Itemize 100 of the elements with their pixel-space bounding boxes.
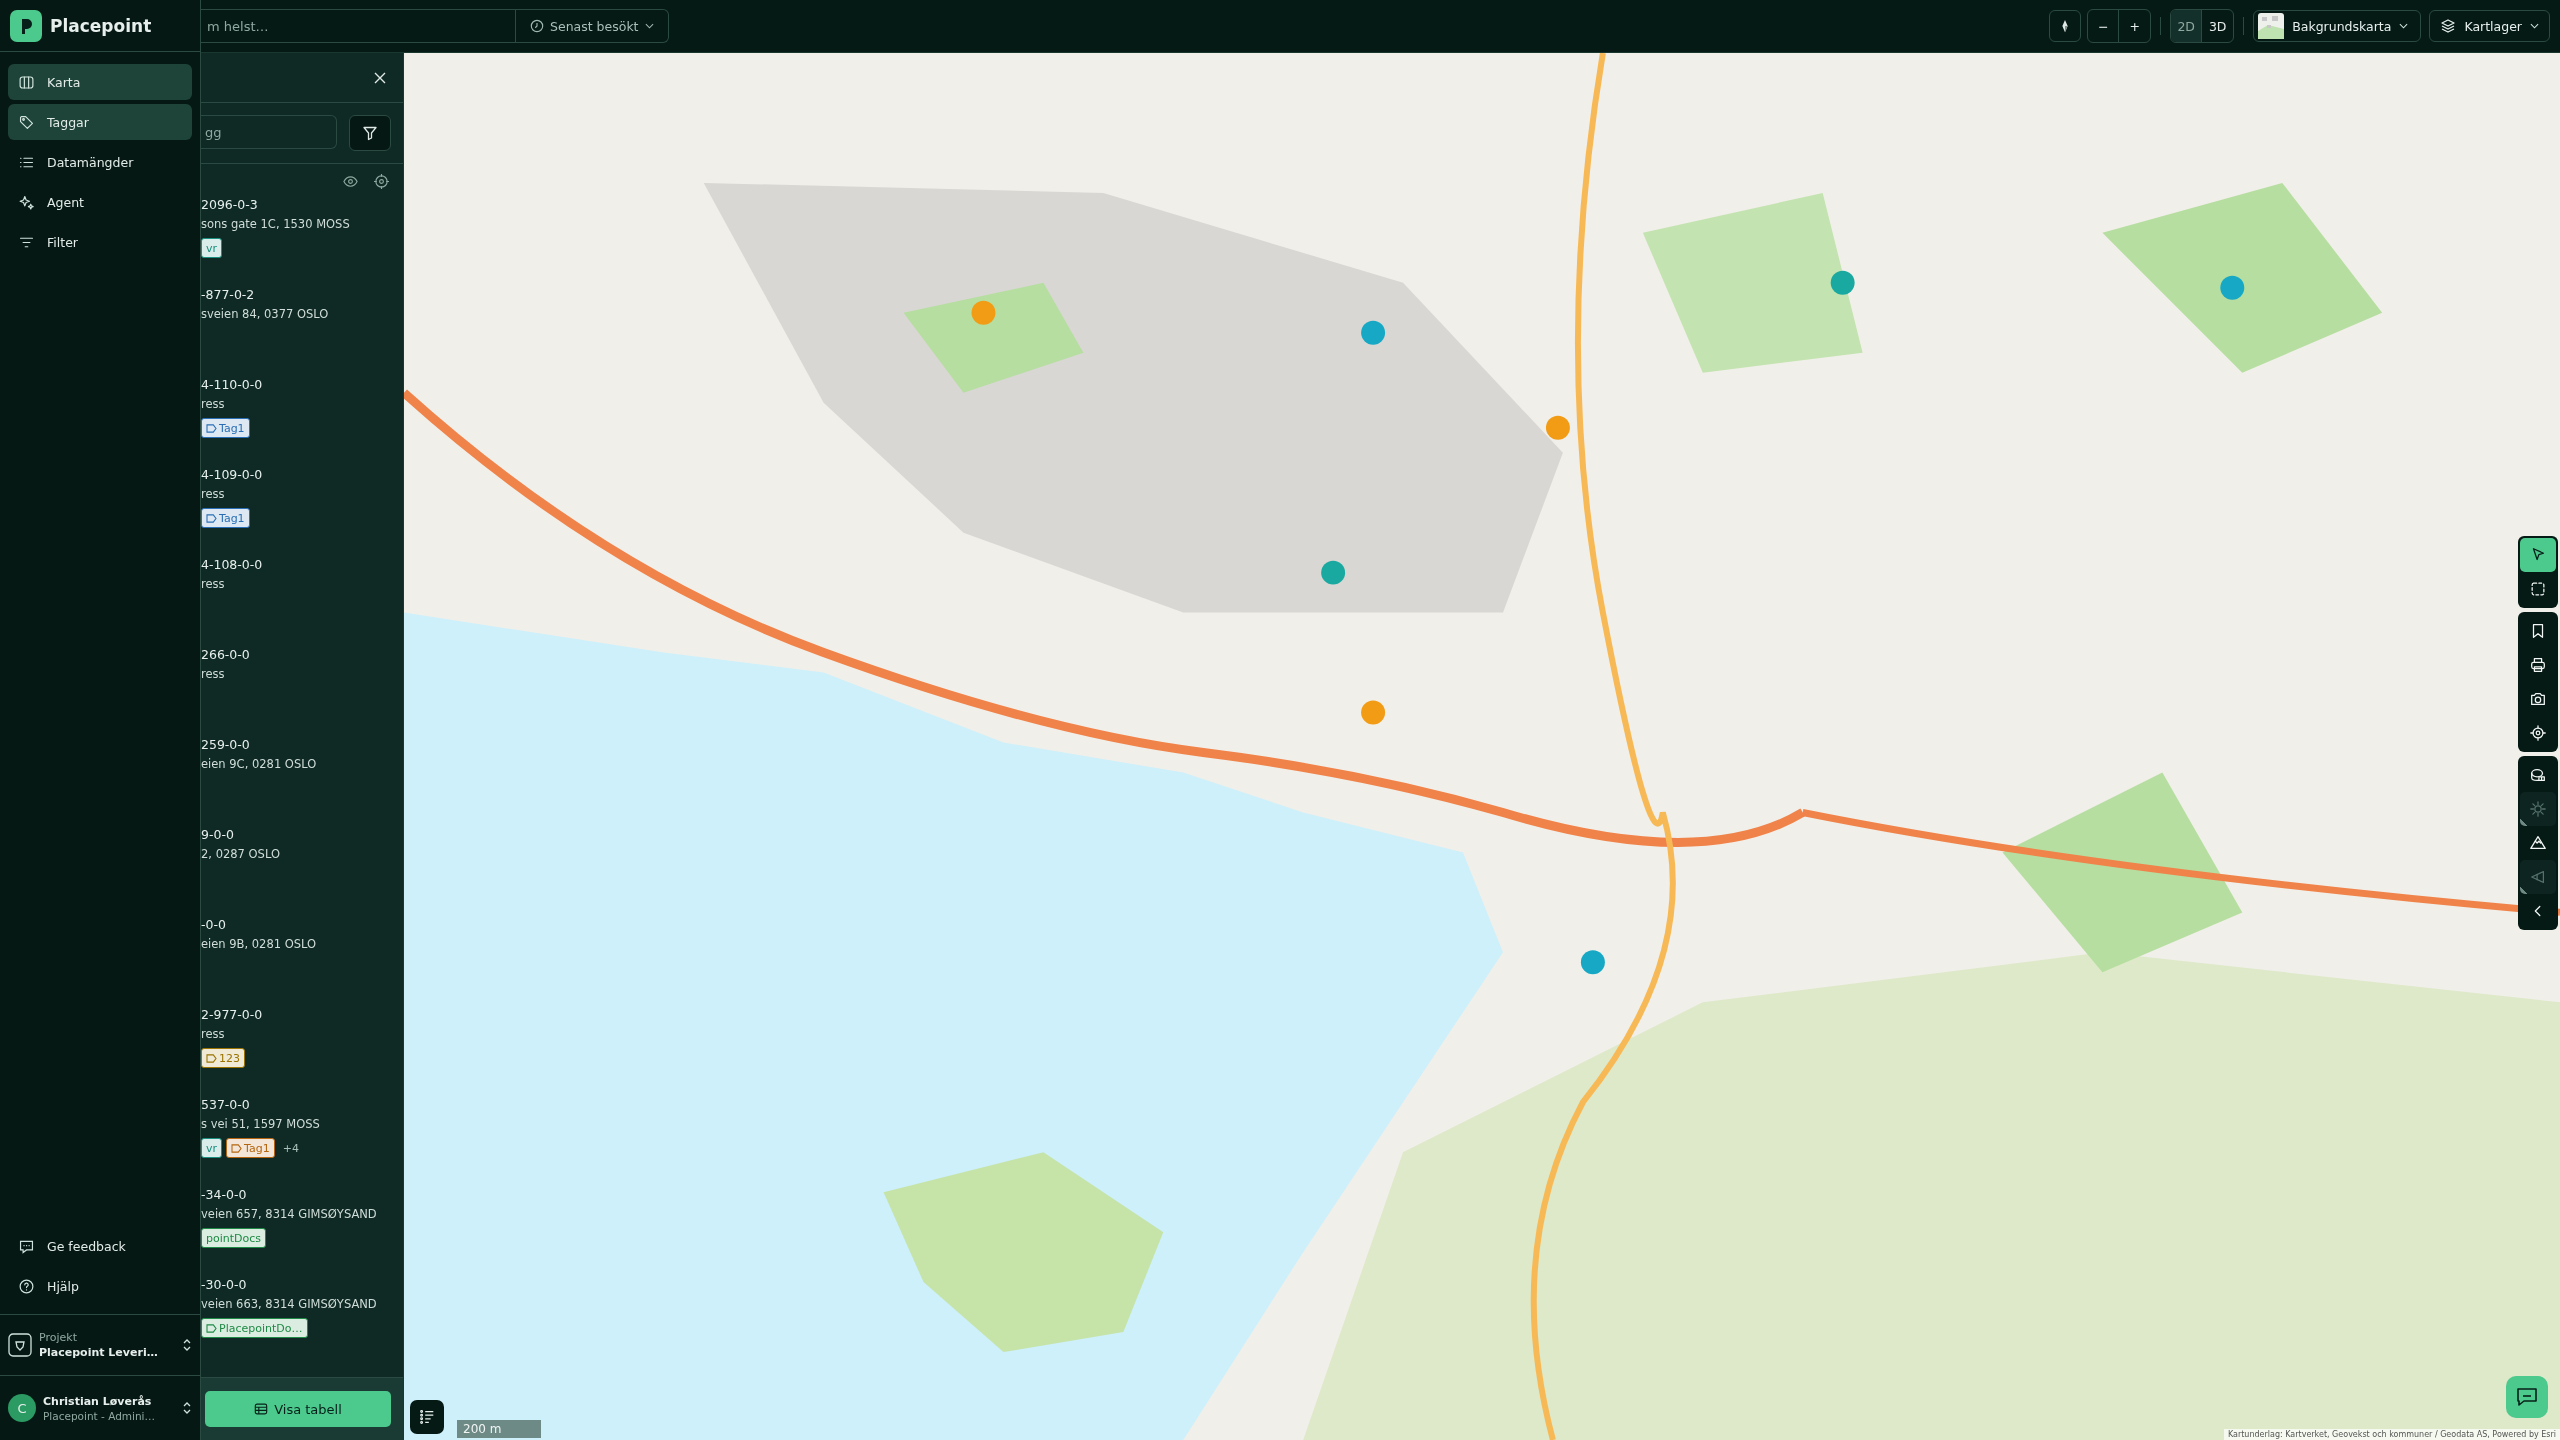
property-address: ress [201, 577, 226, 591]
property-id: -877-0-2 [201, 287, 256, 302]
locate-icon [2529, 724, 2547, 742]
property-address: ress [201, 1027, 226, 1041]
map-thumbnail-icon [2258, 13, 2285, 39]
caret-icon [644, 23, 654, 29]
tag-chip: PlacepointDo… [201, 1318, 308, 1338]
map-icon [18, 73, 35, 91]
clock-icon [530, 19, 544, 33]
property-id: 266-0-0 [201, 647, 251, 662]
property-address: sveien 84, 0377 OSLO [201, 307, 330, 321]
sun-icon [2529, 800, 2547, 818]
project-name: Placepoint Leveri… [39, 1346, 158, 1359]
table-icon [254, 1402, 269, 1416]
show-table-button[interactable]: Visa tabell [205, 1391, 391, 1427]
property-address: eien 9C, 0281 OSLO [201, 757, 318, 771]
tag-icon [18, 113, 35, 131]
property-address: veien 657, 8314 GIMSØYSAND [201, 1207, 378, 1221]
layers-icon [2440, 18, 2457, 34]
tag-chip: vr [201, 1138, 223, 1158]
viewshed-icon [2529, 868, 2547, 886]
tag-icon [206, 423, 217, 433]
nav-item[interactable]: Agent [8, 184, 192, 220]
nav-item[interactable]: Karta [8, 64, 192, 100]
chat-icon [2515, 1385, 2539, 1409]
chat-button[interactable] [2506, 1376, 2548, 1418]
tag-chip: Tag1 [201, 508, 250, 528]
property-id: 9-0-0 [201, 827, 235, 842]
legend-icon [418, 1408, 436, 1426]
basemap-dropdown[interactable]: Bakgrundskarta [2253, 10, 2422, 42]
property-address: ress [201, 487, 226, 501]
tag-icon [231, 1143, 243, 1153]
scale-bar: 200 m [457, 1420, 541, 1438]
tape-measure-icon [2529, 766, 2547, 784]
property-id: 259-0-0 [201, 737, 251, 752]
view-mode-tab[interactable]: 2D [2171, 10, 2203, 42]
property-id: 4-110-0-0 [201, 377, 264, 392]
tag-icon [206, 513, 217, 523]
close-icon [373, 70, 387, 85]
pointer-tool-button[interactable] [2520, 538, 2556, 572]
property-address: ress [201, 397, 226, 411]
property-id: 2096-0-3 [201, 197, 259, 212]
tag-chip: vr [201, 238, 223, 258]
property-id: -0-0 [201, 917, 227, 932]
tag-chip: Tag1 [201, 418, 250, 438]
recent-dropdown[interactable]: Senast besökt [516, 9, 669, 43]
legend-button[interactable] [410, 1400, 444, 1434]
zoom-in-button[interactable]: + [2119, 10, 2151, 42]
project-label: Projekt [39, 1331, 77, 1344]
camera-icon [2529, 690, 2547, 708]
tag-search-field[interactable]: gg [201, 115, 337, 149]
selection-box-icon [2529, 580, 2547, 598]
tag-chip: Tag1 [226, 1138, 275, 1158]
tag-chip: 123 [201, 1048, 245, 1068]
locate-icon[interactable] [374, 174, 389, 189]
help-icon [18, 1277, 35, 1295]
property-id: -30-0-0 [201, 1277, 248, 1292]
chevrons-icon [182, 1400, 192, 1416]
property-address: sons gate 1C, 1530 MOSS [201, 217, 351, 231]
sparkle-icon [18, 193, 35, 211]
eye-icon[interactable] [343, 174, 358, 189]
project-icon [8, 1333, 32, 1357]
tag-chip: pointDocs [201, 1228, 267, 1248]
project-switcher[interactable]: Projekt Placepoint Leveri… [0, 1314, 200, 1375]
layers-dropdown[interactable]: Kartlager [2429, 10, 2550, 42]
zoom-out-button[interactable]: − [2088, 10, 2120, 42]
property-address: s vei 51, 1597 MOSS [201, 1117, 321, 1131]
nav-item[interactable]: Taggar [8, 104, 192, 140]
footer-link[interactable]: Hjälp [8, 1268, 192, 1304]
property-id: 537-0-0 [201, 1097, 251, 1112]
tag-icon [206, 1053, 217, 1063]
app-name: Placepoint [50, 15, 152, 36]
property-id: 4-108-0-0 [201, 557, 264, 572]
caret-icon [2530, 23, 2539, 29]
user-menu[interactable]: C Christian Løverås Placepoint - Admini… [0, 1375, 200, 1440]
search-field[interactable]: m helst… [201, 9, 516, 43]
mountain-icon [2529, 834, 2547, 852]
property-id: 2-977-0-0 [201, 1007, 264, 1022]
property-address: eien 9B, 0281 OSLO [201, 937, 318, 951]
filter-button[interactable] [349, 115, 391, 151]
chevrons-icon [182, 1337, 192, 1353]
user-role: Placepoint - Admini… [43, 1409, 156, 1422]
attribution-text: Kartunderlag: Kartverket, Geovekst och kommuner / Geodata AS, Powered by Esri [2223, 1429, 2560, 1440]
property-address: 2, 0287 OSLO [201, 847, 281, 861]
property-address: ress [201, 667, 226, 681]
more-tags-count: +4 [282, 1141, 299, 1155]
footer-link[interactable]: Ge feedback [8, 1228, 192, 1264]
compass-button[interactable] [2049, 10, 2082, 42]
nav-item[interactable]: Filter [8, 224, 192, 260]
caret-icon [2399, 23, 2409, 29]
printer-icon [2529, 656, 2547, 674]
nav-item[interactable]: Datamängder [8, 144, 192, 180]
funnel-icon [362, 125, 378, 141]
property-id: 4-109-0-0 [201, 467, 264, 482]
logo-icon [10, 9, 42, 42]
user-name: Christian Løverås [43, 1394, 152, 1408]
user-avatar: C [8, 1394, 36, 1422]
tag-icon [206, 1323, 217, 1333]
property-id: -34-0-0 [201, 1187, 248, 1202]
view-mode-tab[interactable]: 3D [2202, 10, 2234, 42]
